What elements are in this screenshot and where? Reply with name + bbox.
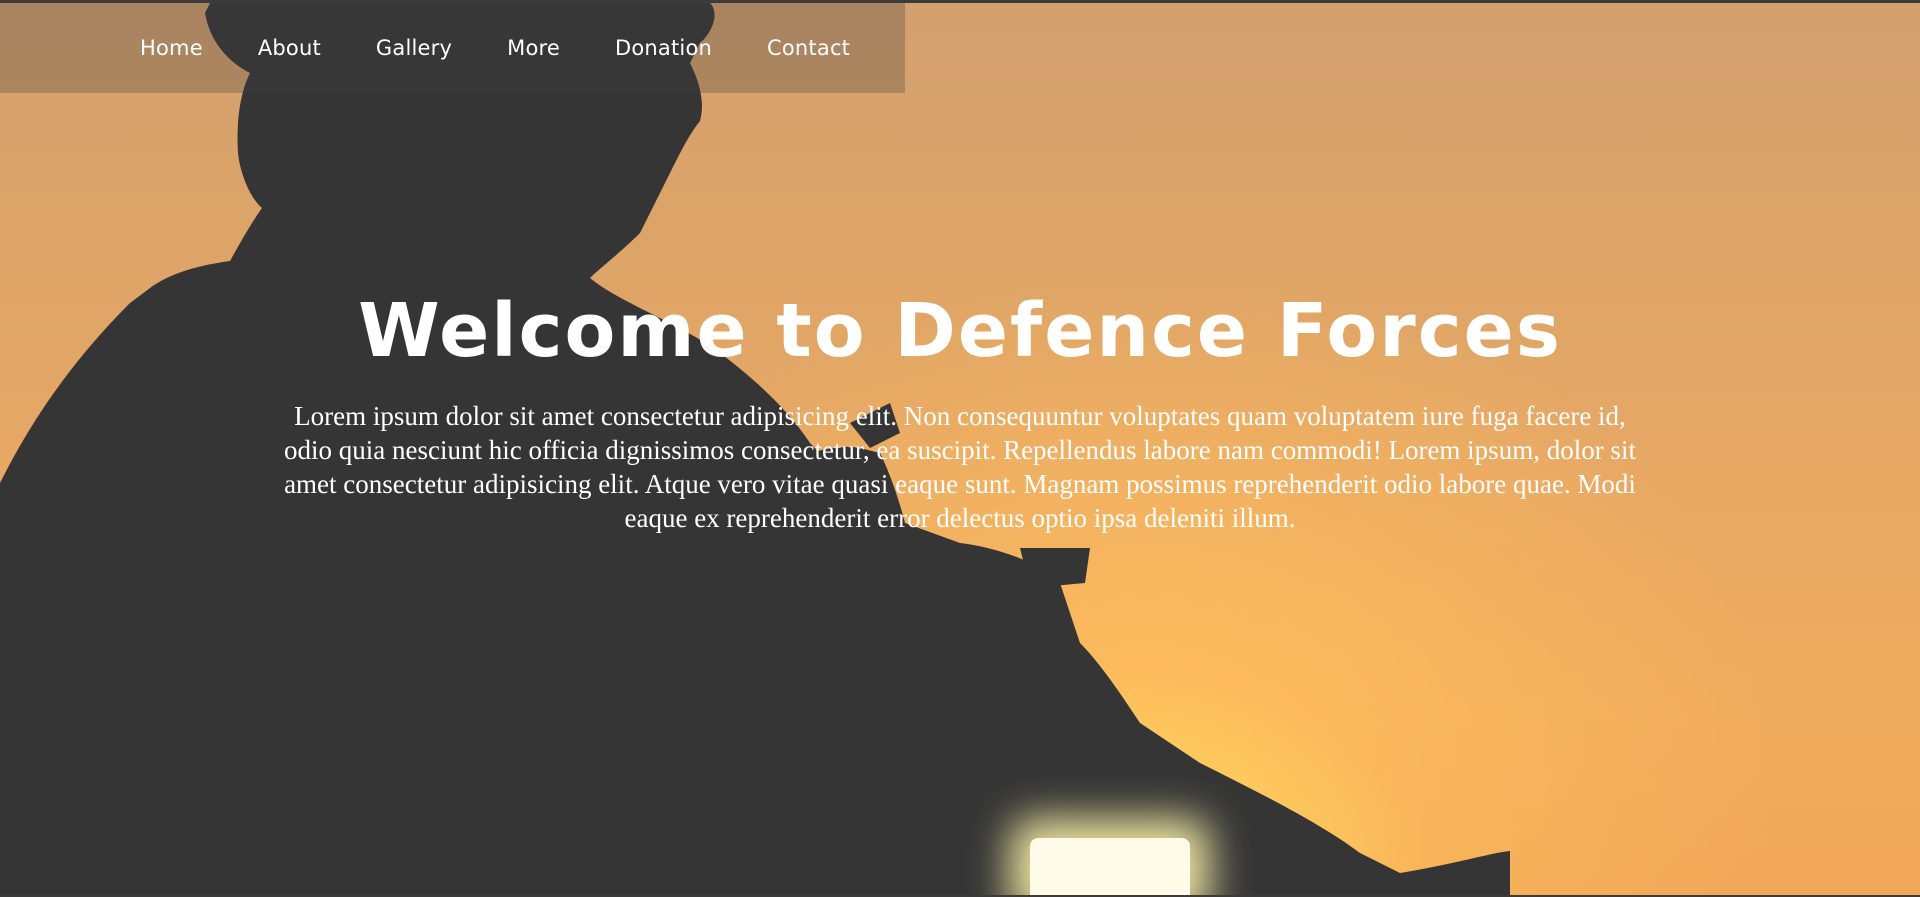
sun-glow <box>1030 838 1190 895</box>
nav-link-contact[interactable]: Contact <box>767 36 850 60</box>
nav-link-donation[interactable]: Donation <box>615 36 712 60</box>
main-navbar: Home About Gallery More Donation Contact <box>0 3 905 93</box>
nav-link-more[interactable]: More <box>507 36 560 60</box>
hero-title-wrapper: Welcome to Defence Forces <box>340 288 1580 374</box>
nav-link-home[interactable]: Home <box>140 36 203 60</box>
nav-link-about[interactable]: About <box>258 36 321 60</box>
nav-link-gallery[interactable]: Gallery <box>376 36 452 60</box>
hero-description: Lorem ipsum dolor sit amet consectetur a… <box>284 401 1636 533</box>
hero-title: Welcome to Defence Forces <box>358 288 1562 374</box>
